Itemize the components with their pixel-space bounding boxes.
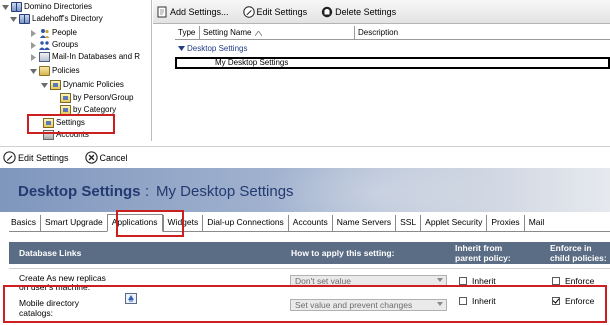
form-banner: Desktop Settings : My Desktop Settings — [0, 168, 610, 212]
tree-item-label: Dynamic Policies — [63, 80, 124, 89]
tab-basics[interactable]: Basics — [9, 215, 41, 231]
sort-ascending-icon[interactable] — [255, 30, 263, 36]
edit-pencil-icon — [3, 151, 16, 164]
expand-icon[interactable] — [30, 51, 37, 63]
tree-item-dynamic-policies[interactable]: Dynamic Policies — [41, 79, 124, 91]
tree-item-mail-in-databases[interactable]: Mail-In Databases and R — [30, 51, 140, 63]
tree-item-people[interactable]: People — [30, 27, 77, 39]
document-row-my-desktop-settings[interactable]: My Desktop Settings — [175, 57, 610, 69]
tab-accounts[interactable]: Accounts — [287, 215, 332, 231]
tab-applet-security[interactable]: Applet Security — [420, 215, 487, 231]
tab-ssl[interactable]: SSL — [395, 215, 421, 231]
mail-in-database-icon — [39, 52, 50, 62]
view-rows: Desktop Settings My Desktop Settings — [175, 42, 610, 140]
new-document-icon — [157, 6, 167, 17]
edit-settings-label: Edit Settings — [256, 6, 308, 17]
tree-item-label: Groups — [52, 40, 79, 49]
tab-name-servers[interactable]: Name Servers — [331, 215, 396, 231]
tab-smart-upgrade[interactable]: Smart Upgrade — [40, 215, 107, 231]
view-action-bar: Add Settings... Edit Settings Delete Set… — [153, 0, 610, 24]
document-name: My Desktop Settings — [156, 183, 294, 200]
expand-icon[interactable] — [30, 27, 37, 39]
view-column-header: Type Setting Name Description — [175, 26, 610, 40]
dynamic-policies-icon — [50, 80, 61, 90]
tree-item-label: Policies — [52, 66, 80, 75]
document-edit-settings-label: Edit Settings — [18, 152, 69, 163]
edit-settings-button[interactable]: Edit Settings — [242, 5, 308, 18]
form-title: Desktop Settings — [18, 183, 141, 200]
tree-item-ladehoffs-directory[interactable]: Ladehoff's Directory — [10, 13, 103, 25]
settings-tab-strip: Basics Smart Upgrade Applications Widget… — [9, 214, 610, 232]
tab-dial-up-connections[interactable]: Dial-up Connections — [202, 215, 288, 231]
directory-icon — [11, 2, 22, 12]
highlight-mobile-directory-row-box — [3, 285, 607, 323]
tree-item-label: People — [52, 28, 77, 37]
tab-mail[interactable]: Mail — [523, 215, 549, 231]
header-inherit-line2: parent policy: — [455, 253, 511, 263]
category-row-desktop-settings[interactable]: Desktop Settings — [178, 44, 247, 53]
tree-item-label: by Person/Group — [73, 93, 134, 102]
tree-item-label: Domino Directories — [24, 2, 93, 11]
delete-icon — [321, 6, 333, 17]
checkbox-box[interactable] — [552, 277, 560, 285]
category-label: Desktop Settings — [187, 44, 248, 53]
cancel-button[interactable]: Cancel — [84, 151, 128, 164]
header-database-links: Database Links — [19, 248, 82, 258]
column-setting-name[interactable]: Setting Name — [200, 26, 355, 40]
tree-item-label: Ladehoff's Directory — [32, 14, 103, 23]
collapse-icon[interactable] — [30, 65, 37, 77]
delete-settings-button[interactable]: Delete Settings — [321, 6, 396, 18]
collapse-icon[interactable] — [2, 1, 9, 13]
cancel-x-icon — [84, 151, 98, 164]
dropdown-arrow-icon — [437, 278, 443, 282]
header-enforce-line2: child policies: — [550, 253, 607, 263]
expand-icon[interactable] — [30, 39, 37, 51]
header-enforce-line1: Enforce in — [550, 243, 592, 253]
form-title-separator: : — [145, 183, 150, 200]
add-settings-label: Add Settings... — [170, 6, 229, 17]
cancel-label: Cancel — [99, 152, 128, 163]
tree-item-groups[interactable]: Groups — [30, 39, 78, 51]
add-settings-button[interactable]: Add Settings... — [157, 6, 229, 18]
tree-item-domino-directories[interactable]: Domino Directories — [2, 1, 92, 13]
column-type[interactable]: Type — [175, 26, 200, 40]
delete-settings-label: Delete Settings — [335, 6, 397, 17]
people-icon — [39, 28, 50, 38]
header-inherit-line1: Inherit from — [455, 243, 503, 253]
header-how-to-apply: How to apply this setting: — [291, 248, 395, 258]
database-links-header: Database Links How to apply this setting… — [9, 242, 610, 264]
highlight-settings-box — [27, 114, 115, 134]
category-collapse-icon[interactable] — [178, 45, 185, 52]
edit-pencil-icon — [242, 5, 255, 18]
checkbox-box[interactable] — [459, 277, 467, 285]
policies-folder-icon — [39, 66, 50, 76]
view-icon — [60, 93, 71, 103]
groups-icon — [39, 40, 50, 50]
document-edit-settings-button[interactable]: Edit Settings — [3, 151, 69, 164]
directory-book-icon — [19, 14, 30, 24]
collapse-icon[interactable] — [10, 13, 17, 25]
row-divider — [9, 268, 610, 269]
column-description[interactable]: Description — [355, 26, 610, 40]
collapse-icon[interactable] — [41, 79, 48, 91]
tree-item-policies[interactable]: Policies — [30, 65, 80, 77]
document-action-bar: Edit Settings Cancel — [0, 146, 610, 168]
column-setting-name-label: Setting Name — [203, 28, 252, 37]
tab-proxies[interactable]: Proxies — [486, 215, 524, 231]
tree-item-label: Mail-In Databases and R — [52, 52, 141, 61]
tree-item-by-person-group[interactable]: by Person/Group — [60, 92, 133, 104]
highlight-applications-tab-box — [116, 210, 184, 237]
